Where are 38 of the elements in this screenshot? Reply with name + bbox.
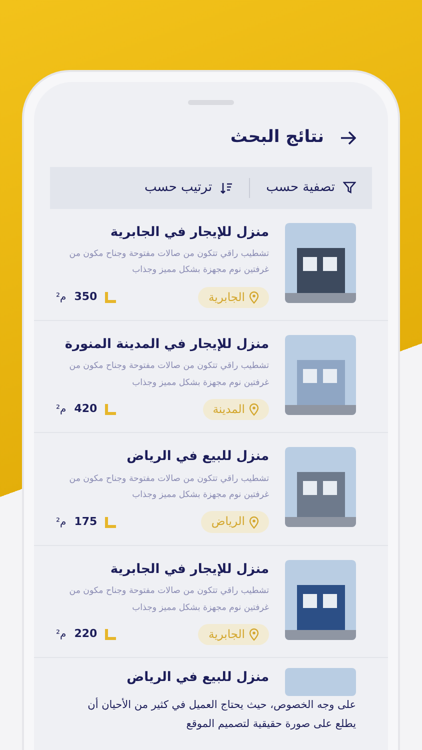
area-icon [105,516,116,528]
location-tag: المدينة [202,399,269,420]
area-icon [105,404,116,416]
house-photo-placeholder [285,668,356,696]
overlay-text-line: على وجه الخصوص، حيث يحتاج العميل في كثير من الأحيان أن [86,696,357,714]
overlay-text-line: يطلع على صورة حقيقية لتصميم الموقع [185,717,357,732]
area-unit: م² [56,628,66,642]
listing-description: تشطيب راقي تتكون من صالات مفتوحة وجناح مكون من غرفتين نوم مجهزة بشكل مميز وجذاب [68,585,269,615]
listing-title[interactable]: منزل للإيجار في الجابرية [56,560,269,580]
back-arrow-icon[interactable] [340,130,356,145]
location-pin-icon [249,516,259,529]
sort-button[interactable]: ترتيب حسب [144,178,234,198]
listing-description: تشطيب راقي تتكون من صالات مفتوحة وجناح مكون من غرفتين نوم مجهزة بشكل مميز وجذاب [68,360,269,390]
filter-button[interactable]: تصفية حسب [266,178,356,198]
area-unit: م² [56,290,66,305]
listing-title[interactable]: منزل للبيع في الرياض [126,668,269,696]
area-value: 350 [74,289,98,306]
area-value: 175 [74,514,98,530]
location-pin-icon [249,628,259,641]
location-tag: الجابرية [198,286,269,308]
area-icon [105,629,116,640]
sort-icon [220,182,234,194]
location-pin-icon [249,403,259,416]
area-unit: م² [56,403,66,418]
area-unit: م² [56,516,66,530]
listing-title[interactable]: منزل للإيجار في المدينة المنورة [56,334,269,354]
page-title: نتائج البحث [230,126,324,149]
listing-description: تشطيب راقي تتكون من صالات مفتوحة وجناح مكون من غرفتين نوم مجهزة بشكل مميز وجذاب [68,472,269,502]
location-tag: الجابرية [198,624,269,646]
filter-icon [343,181,356,194]
location-tag: الرياض [201,511,269,533]
area-icon [105,292,116,303]
listing-title[interactable]: منزل للبيع في الرياض [56,447,269,467]
listing-description: تشطيب راقي تتكون من صالات مفتوحة وجناح مكون من غرفتين نوم مجهزة بشكل مميز وجذاب [68,248,269,278]
area-value: 220 [74,626,98,642]
location-pin-icon [249,290,259,304]
area-value: 420 [74,401,98,418]
listing-title[interactable]: منزل للإيجار في الجابرية [56,222,269,242]
